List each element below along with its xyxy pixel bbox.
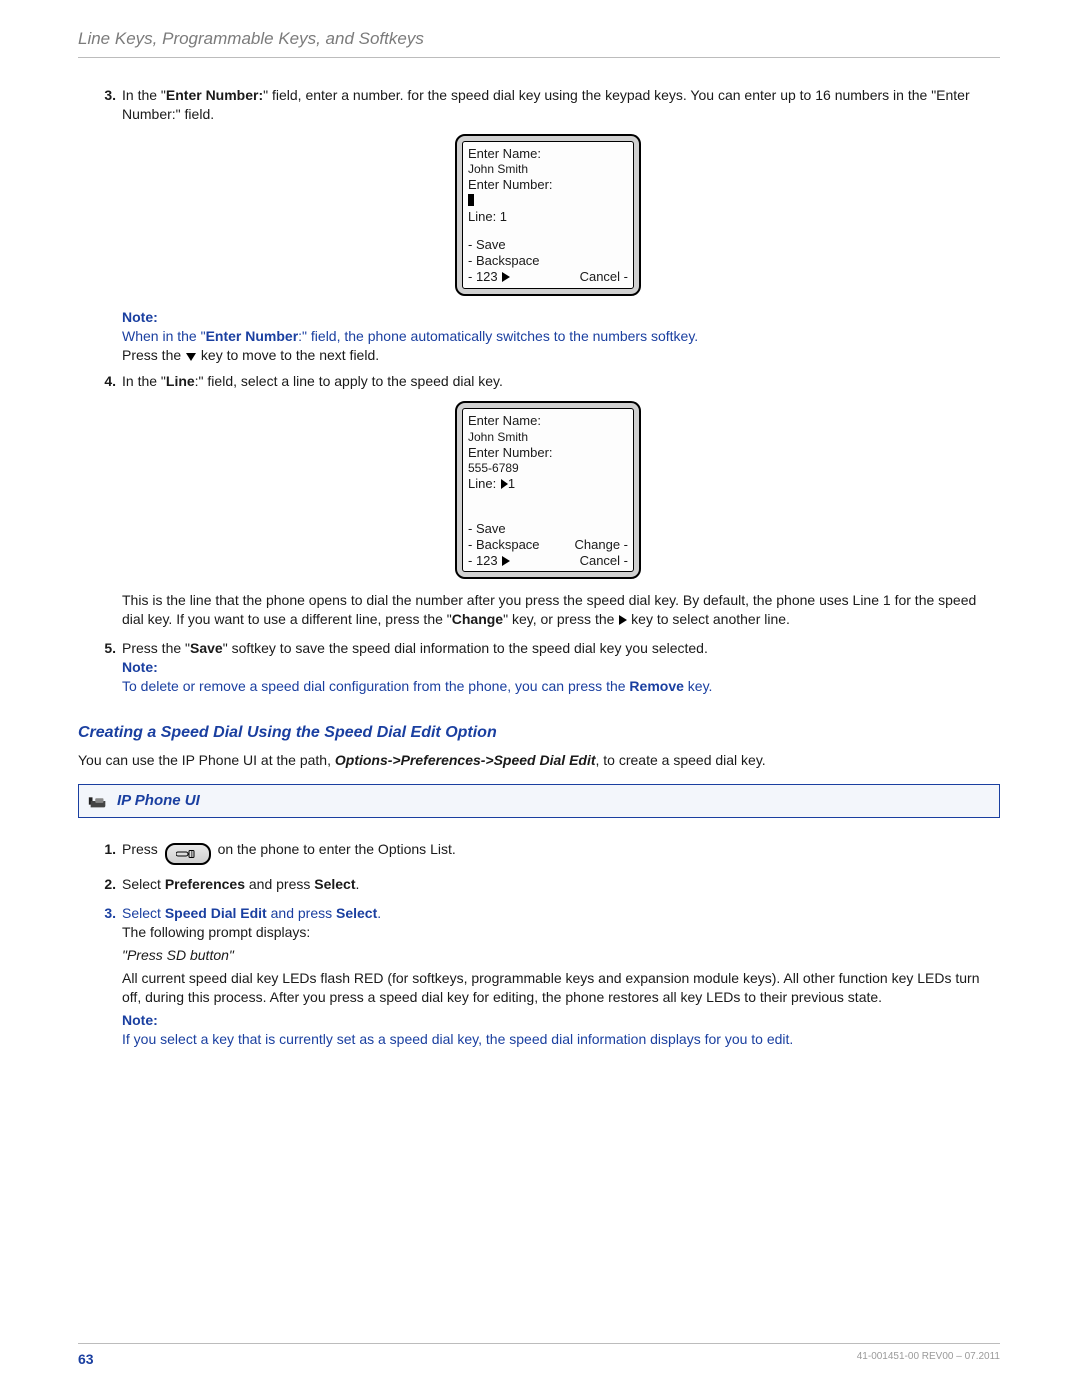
note-label: Note: <box>122 308 1000 327</box>
step-num: 3. <box>96 86 116 124</box>
page: Line Keys, Programmable Keys, and Softke… <box>0 0 1080 1397</box>
step-num: 4. <box>96 372 116 391</box>
arrow-down-icon <box>186 353 196 361</box>
arrow-right-icon <box>502 556 510 566</box>
chapter-header: Line Keys, Programmable Keys, and Softke… <box>78 28 1000 58</box>
phone-screen-2: Enter Name: John Smith Enter Number: 555… <box>455 401 641 579</box>
blue-text: Select Speed Dial Edit and press Select. <box>122 905 381 921</box>
line: 555-6789 <box>468 461 628 476</box>
doc-revision: 41-001451-00 REV00 – 07.2011 <box>857 1350 1000 1369</box>
softkey-save: - Save <box>468 237 628 253</box>
step-body: In the "Line:" field, select a line to a… <box>122 372 1000 391</box>
ip-phone-ui-label: IP Phone UI <box>117 791 200 811</box>
line: Enter Name: <box>468 146 628 162</box>
subsection-intro: You can use the IP Phone UI at the path,… <box>78 751 1000 770</box>
step-5: 5. Press the "Save" softkey to save the … <box>96 639 1000 696</box>
prompt-text: "Press SD button" <box>122 946 1000 965</box>
softkey-backspace: - Backspace <box>468 253 628 269</box>
note-text: When in the "Enter Number:" field, the p… <box>122 327 1000 346</box>
following-prompt: The following prompt displays: <box>122 923 1000 942</box>
text: In the " <box>122 87 166 103</box>
cursor-row <box>468 193 628 209</box>
softkey-bottom-row: - 123 Cancel - <box>468 269 628 285</box>
step-body: Press on the phone to enter the Options … <box>122 840 1000 865</box>
chapter-title: Line Keys, Programmable Keys, and Softke… <box>78 28 424 51</box>
line: Enter Number: <box>468 445 628 461</box>
line: John Smith <box>468 430 628 445</box>
softkey-backspace: - Backspace <box>468 537 540 553</box>
softkey-mode: - 123 <box>468 269 510 285</box>
softkey-row: - Backspace Change - <box>468 537 628 553</box>
subsection-heading: Creating a Speed Dial Using the Speed Di… <box>78 722 1000 744</box>
step-4: 4. In the "Line:" field, select a line t… <box>96 372 1000 391</box>
phone-inner: Enter Name: John Smith Enter Number: Lin… <box>462 141 634 289</box>
step-3: 3. In the "Enter Number:" field, enter a… <box>96 86 1000 124</box>
step-b1: 1. Press on the phone to enter the Optio… <box>96 840 1000 865</box>
softkey-save: - Save <box>468 521 628 537</box>
softkey-change: Change - <box>575 537 628 553</box>
field-name: Enter Number: <box>166 87 263 103</box>
step-num: 1. <box>96 840 116 865</box>
step-body: Select Speed Dial Edit and press Select.… <box>122 904 1000 1048</box>
softkey-mode: - 123 <box>468 553 510 569</box>
phone-inner: Enter Name: John Smith Enter Number: 555… <box>462 408 634 572</box>
softkey-area: - Save - Backspace Change - - 123 Cancel… <box>468 521 628 570</box>
step-body: Select Preferences and press Select. <box>122 875 1000 894</box>
ip-phone-ui-box: IP Phone UI <box>78 784 1000 818</box>
note-text: To delete or remove a speed dial configu… <box>122 677 1000 696</box>
options-button-icon <box>165 843 211 865</box>
softkey-cancel: Cancel - <box>580 269 628 285</box>
note-block: Note: When in the "Enter Number:" field,… <box>122 308 1000 365</box>
line: John Smith <box>468 162 628 177</box>
note-text: If you select a key that is currently se… <box>122 1030 1000 1049</box>
step-b3: 3. Select Speed Dial Edit and press Sele… <box>96 904 1000 1048</box>
content-column: 3. In the "Enter Number:" field, enter a… <box>96 86 1000 1049</box>
step-num: 5. <box>96 639 116 696</box>
phone-icon <box>87 792 109 810</box>
step-body: Press the "Save" softkey to save the spe… <box>122 639 1000 696</box>
line-explanation: This is the line that the phone opens to… <box>122 591 1000 629</box>
step-b2: 2. Select Preferences and press Select. <box>96 875 1000 894</box>
press-key-line: Press the key to move to the next field. <box>122 346 1000 365</box>
page-number: 63 <box>78 1350 94 1369</box>
softkey-cancel: Cancel - <box>580 553 628 569</box>
note-label: Note: <box>122 1011 1000 1030</box>
led-paragraph: All current speed dial key LEDs flash RE… <box>122 969 1000 1007</box>
note-label: Note: <box>122 658 1000 677</box>
softkey-bottom-row: - 123 Cancel - <box>468 553 628 569</box>
arrow-right-icon <box>502 272 510 282</box>
phone-screen-1: Enter Name: John Smith Enter Number: Lin… <box>455 134 641 296</box>
line-row: Line: 1 <box>468 476 628 492</box>
cursor-icon <box>468 194 474 206</box>
line: Enter Name: <box>468 413 628 429</box>
step-body: In the "Enter Number:" field, enter a nu… <box>122 86 1000 124</box>
line: Line: 1 <box>468 209 628 225</box>
softkey-area: - Save - Backspace - 123 Cancel - <box>468 237 628 286</box>
arrow-right-icon <box>501 479 508 489</box>
step-num: 3. <box>96 904 116 1048</box>
footer: 63 41-001451-00 REV00 – 07.2011 <box>78 1343 1000 1369</box>
step-num: 2. <box>96 875 116 894</box>
line: Enter Number: <box>468 177 628 193</box>
